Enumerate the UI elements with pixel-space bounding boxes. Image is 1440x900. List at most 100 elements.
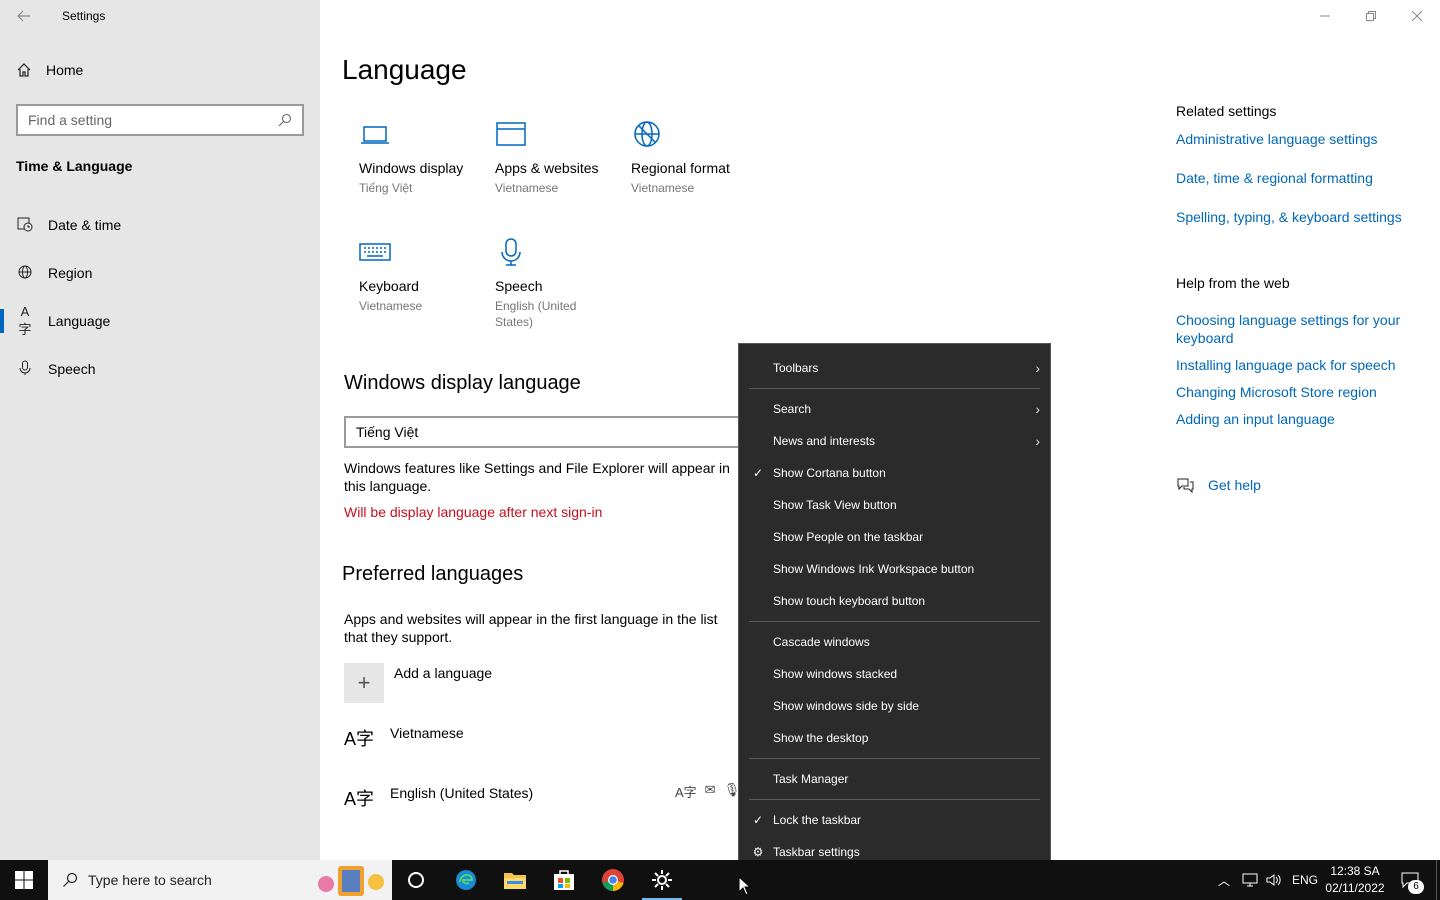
link-choosing-language[interactable]: Choosing language settings for your keyb… [1176, 311, 1416, 347]
help-title: Help from the web [1176, 275, 1290, 291]
sidebar-item-date-time[interactable]: Date & time [0, 205, 320, 245]
close-button[interactable] [1394, 0, 1440, 32]
taskbar: Type here to search ︿ ENG 12:38 SA 02/11… [0, 860, 1440, 900]
tile-sub: Vietnamese [359, 299, 423, 313]
back-arrow-icon [17, 10, 30, 22]
home-link[interactable]: Home [16, 62, 83, 78]
file-explorer-taskbar-button[interactable] [491, 860, 539, 900]
volume-button[interactable] [1266, 860, 1282, 900]
section-title: Time & Language [16, 158, 133, 174]
home-label: Home [46, 62, 84, 78]
restore-button[interactable] [1348, 0, 1394, 32]
taskbar-context-menu: Toolbars › Search › News and interests ›… [738, 343, 1051, 876]
language-icon: A字 [344, 789, 375, 809]
handwriting-feature-icon: ✉ [704, 782, 716, 797]
minimize-button[interactable] [1302, 0, 1348, 32]
menu-item-stacked[interactable]: Show windows stacked [739, 658, 1050, 690]
taskbar-search-box[interactable]: Type here to search [48, 860, 392, 900]
menu-separator [749, 758, 1040, 759]
related-settings-title: Related settings [1176, 103, 1277, 119]
menu-item-touch-keyboard[interactable]: Show touch keyboard button [739, 585, 1050, 617]
language-item-vietnamese[interactable]: A字 Vietnamese [344, 725, 464, 751]
menu-item-cascade[interactable]: Cascade windows [739, 626, 1050, 658]
clock-button[interactable]: 12:38 SA 02/11/2022 [1320, 863, 1390, 897]
tile-apps-websites[interactable]: Apps & websites Vietnamese [495, 118, 625, 196]
link-store-region[interactable]: Changing Microsoft Store region [1176, 383, 1416, 401]
preferred-languages-header: Preferred languages [342, 563, 524, 585]
language-icon: A字 [344, 729, 375, 749]
show-desktop-button[interactable] [1436, 860, 1440, 900]
link-date-time-format[interactable]: Date, time & regional formatting [1176, 169, 1416, 187]
chat-help-icon [1177, 478, 1194, 494]
menu-item-show-desktop[interactable]: Show the desktop [739, 722, 1050, 754]
menu-item-side-by-side[interactable]: Show windows side by side [739, 690, 1050, 722]
display-language-dropdown[interactable]: Tiếng Việt [344, 416, 744, 448]
link-language-pack-speech[interactable]: Installing language pack for speech [1176, 356, 1416, 374]
menu-item-label: Task Manager [773, 772, 849, 786]
add-language-button[interactable]: + Add a language [344, 663, 492, 703]
menu-item-toolbars[interactable]: Toolbars › [739, 352, 1050, 384]
link-add-input-language[interactable]: Adding an input language [1176, 410, 1416, 428]
language-item-english[interactable]: A字 English (United States) [344, 785, 533, 811]
tile-keyboard[interactable]: Keyboard Vietnamese [359, 236, 489, 314]
action-center-button[interactable]: 6 [1398, 860, 1424, 900]
link-spelling-typing[interactable]: Spelling, typing, & keyboard settings [1176, 208, 1426, 226]
sidebar-item-speech[interactable]: Speech [0, 349, 320, 389]
settings-search-input[interactable]: Find a setting [16, 104, 304, 136]
cortana-button[interactable] [392, 860, 440, 900]
menu-item-people[interactable]: Show People on the taskbar [739, 521, 1050, 553]
menu-item-search[interactable]: Search › [739, 393, 1050, 425]
input-language-indicator[interactable]: ENG [1292, 860, 1318, 900]
taskbar-search-placeholder: Type here to search [88, 872, 212, 888]
tile-label: Speech [495, 278, 543, 294]
language-name: Vietnamese [390, 725, 464, 741]
store-bag-icon [554, 870, 574, 890]
page-title: Language [342, 54, 467, 85]
menu-item-label: Lock the taskbar [773, 813, 862, 827]
tile-speech[interactable]: Speech English (United States) [495, 236, 595, 330]
edge-taskbar-button[interactable] [442, 860, 490, 900]
menu-item-task-view[interactable]: Show Task View button [739, 489, 1050, 521]
menu-item-show-cortana[interactable]: ✓ Show Cortana button [739, 457, 1050, 489]
chrome-taskbar-button[interactable] [589, 860, 637, 900]
network-button[interactable] [1242, 860, 1258, 900]
app-title: Settings [62, 9, 106, 23]
cortana-circle-icon [408, 872, 424, 888]
microphone-icon [495, 236, 531, 272]
sidebar-item-label: Date & time [48, 217, 122, 233]
tile-windows-display[interactable]: Windows display Tiếng Việt [359, 118, 489, 196]
back-button[interactable] [0, 0, 48, 32]
tile-regional-format[interactable]: Regional format Vietnamese [631, 118, 761, 196]
tile-sub: English (United States) [495, 299, 577, 329]
sidebar-item-label: Language [48, 313, 111, 329]
store-taskbar-button[interactable] [540, 860, 588, 900]
sidebar-item-region[interactable]: Region [0, 253, 320, 293]
menu-separator [749, 621, 1040, 622]
plus-icon: + [344, 663, 384, 703]
tile-sub: Vietnamese [495, 181, 559, 195]
browser-window-icon [495, 118, 531, 154]
globe-icon [16, 264, 34, 283]
menu-item-lock-taskbar[interactable]: ✓ Lock the taskbar [739, 804, 1050, 836]
search-icon [63, 872, 78, 887]
link-admin-language[interactable]: Administrative language settings [1176, 130, 1416, 148]
dropdown-value: Tiếng Việt [356, 424, 419, 440]
show-hidden-icons-button[interactable]: ︿ [1218, 860, 1230, 900]
windows-logo-icon [15, 871, 33, 889]
get-help-link[interactable]: Get help [1176, 476, 1261, 494]
language-icon: A字 [18, 304, 32, 337]
tile-label: Regional format [631, 160, 730, 176]
sidebar-item-language[interactable]: A字 Language [0, 301, 320, 341]
menu-item-task-manager[interactable]: Task Manager [739, 763, 1050, 795]
clock-time: 12:38 SA [1330, 864, 1380, 878]
start-button[interactable] [0, 860, 48, 900]
menu-item-news-interests[interactable]: News and interests › [739, 425, 1050, 457]
menu-item-label: Toolbars [773, 361, 819, 375]
menu-item-label: News and interests [773, 434, 876, 448]
settings-taskbar-button[interactable] [638, 860, 686, 900]
menu-item-ink-workspace[interactable]: Show Windows Ink Workspace button [739, 553, 1050, 585]
display-language-description: Windows features like Settings and File … [344, 460, 730, 494]
globe-format-icon [631, 118, 667, 154]
folder-icon [504, 873, 526, 889]
language-name: English (United States) [390, 785, 534, 801]
